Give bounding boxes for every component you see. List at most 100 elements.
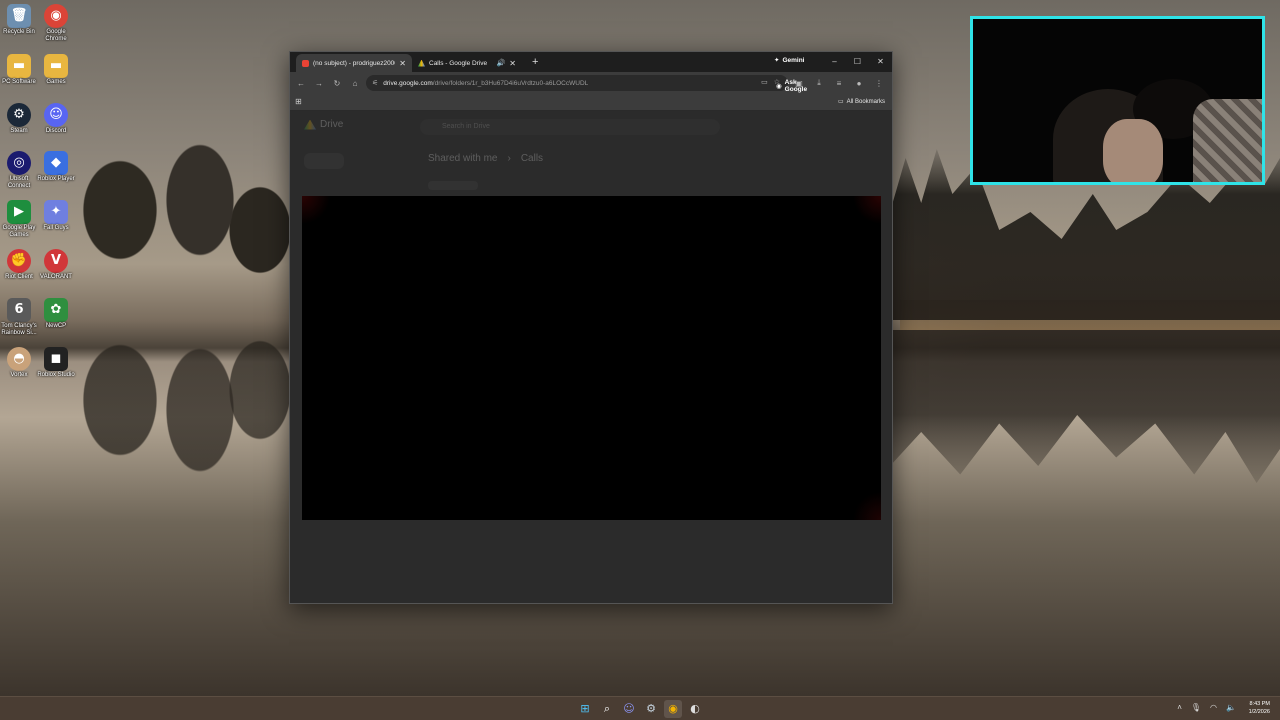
- desktop-icon-label: Recycle Bin: [3, 29, 35, 35]
- minimize-icon[interactable]: –: [823, 52, 846, 72]
- desktop-icon-label: Discord: [45, 128, 67, 134]
- desktop-icon-roblox-studio[interactable]: ◼ Roblox Studio: [37, 347, 75, 379]
- taskbar-clock[interactable]: 8:43 PM 1/2/2026: [1249, 700, 1270, 716]
- cast-icon[interactable]: ▭: [761, 78, 768, 86]
- tab-title: (no subject) - prodriguez2000!: [313, 59, 396, 67]
- fall-guys-icon: ✦: [44, 200, 68, 224]
- chevron-up-icon[interactable]: ˄: [1177, 703, 1182, 712]
- desktop-icon-fall-guys[interactable]: ✦ Fall Guys: [37, 200, 75, 232]
- desktop-icon-games[interactable]: ▬ Games: [37, 54, 75, 86]
- drive-search-input[interactable]: Search in Drive: [420, 119, 720, 135]
- maximize-icon[interactable]: ☐: [846, 52, 869, 72]
- steam-icon: ⚙: [7, 103, 31, 127]
- url-host: drive.google.com: [383, 79, 433, 87]
- google-drive-icon: [304, 119, 316, 130]
- desktop-icon-newcp[interactable]: ✿ NewCP: [37, 298, 75, 330]
- windows-start-icon[interactable]: ⊞: [576, 700, 594, 718]
- desktop-icon-discord[interactable]: ☺ Discord: [37, 103, 75, 135]
- steam-icon[interactable]: ⚙: [642, 700, 660, 718]
- vortex-icon: ◓: [7, 347, 31, 371]
- back-icon[interactable]: ←: [292, 79, 310, 88]
- discord-icon[interactable]: ☺: [620, 700, 638, 718]
- desktop-icon-label: Riot Client: [5, 274, 33, 280]
- download-icon[interactable]: ⤓: [810, 78, 828, 88]
- tab-google-drive[interactable]: Calls - Google Drive 🔊 ✕: [412, 54, 522, 72]
- folder-icon: ▬: [7, 54, 31, 78]
- webcam-person-hand: [1103, 119, 1163, 182]
- tab-search-icon[interactable]: ≡: [830, 79, 848, 88]
- wifi-icon[interactable]: ◠: [1210, 703, 1217, 712]
- search-icon[interactable]: ⌕: [598, 700, 616, 718]
- volume-icon[interactable]: 🔈: [1226, 703, 1236, 712]
- desktop-icon-label: Vortex: [10, 372, 28, 378]
- close-window-icon[interactable]: ✕: [869, 52, 892, 72]
- drive-logo[interactable]: Drive: [304, 119, 343, 130]
- desktop-icon-riot-client[interactable]: ✊ Riot Client: [0, 249, 38, 281]
- windows-taskbar: ⊞ ⌕ ☺ ⚙ ◉ ◐ ˄ 🎙 ◠ 🔈 8:43 PM 1/2/2026: [0, 696, 1280, 720]
- sparkle-icon: ✦: [774, 57, 780, 64]
- folder-icon: ▬: [44, 54, 68, 78]
- forward-icon[interactable]: →: [310, 79, 328, 88]
- desktop-icon-roblox-player[interactable]: ◆ Roblox Player: [37, 151, 75, 183]
- desktop-icon-google-chrome[interactable]: ◉ Google Chrome: [37, 4, 75, 43]
- close-icon[interactable]: ✕: [509, 59, 516, 68]
- desktop-icon-label: Roblox Studio: [37, 372, 75, 378]
- desktop-icon-label: Google Play Games: [2, 225, 36, 238]
- gmail-icon: [302, 59, 309, 67]
- microphone-icon[interactable]: 🎙: [1191, 703, 1201, 712]
- desktop-icon-pc-software[interactable]: ▬ PC Software: [0, 54, 38, 86]
- all-bookmarks-button[interactable]: ▭ All Bookmarks: [837, 98, 885, 106]
- filter-chip[interactable]: [428, 181, 478, 190]
- obs-icon[interactable]: ◐: [686, 700, 704, 718]
- clock-time: 8:43 PM: [1249, 701, 1270, 707]
- desktop-icon-google-play-games[interactable]: ▶ Google Play Games: [0, 200, 38, 239]
- bookmark-star-icon[interactable]: ☆: [774, 78, 780, 86]
- drive-page: Drive Search in Drive Shared with me › C…: [290, 111, 892, 603]
- breadcrumb-shared[interactable]: Shared with me: [428, 153, 497, 164]
- side-panel-icon[interactable]: ▣: [790, 79, 808, 88]
- apps-grid-icon[interactable]: ⊞: [295, 97, 302, 106]
- desktop-icon-vortex[interactable]: ◓ Vortex: [0, 347, 38, 379]
- desktop-icon-recycle-bin[interactable]: 🗑 Recycle Bin: [0, 4, 38, 36]
- new-tab-button[interactable]: +: [522, 56, 548, 68]
- address-url: drive.google.com/drive/folders/1r_b3Hu67…: [383, 80, 588, 87]
- desktop-icon-ubisoft-connect[interactable]: ◎ Ubisoft Connect: [0, 151, 38, 190]
- gemini-button[interactable]: ✦ Gemini: [774, 56, 805, 65]
- chrome-icon[interactable]: ◉: [664, 700, 682, 718]
- tab-strip: (no subject) - prodriguez2000! ✕ Calls -…: [290, 52, 892, 72]
- toolbar-right: ▣ ⤓ ≡ ● ⋮: [790, 72, 888, 94]
- tab-title: Calls - Google Drive: [429, 59, 488, 67]
- play-games-icon: ▶: [7, 200, 31, 224]
- desktop-icon-label: Roblox Player: [37, 176, 75, 182]
- reload-icon[interactable]: ↻: [328, 79, 346, 88]
- drive-app-name: Drive: [320, 119, 344, 130]
- chrome-browser-window: (no subject) - prodriguez2000! ✕ Calls -…: [289, 51, 893, 604]
- desktop-icon-steam[interactable]: ⚙ Steam: [0, 103, 38, 135]
- site-info-icon[interactable]: ⚟: [372, 79, 378, 87]
- valorant-icon: V: [44, 249, 68, 273]
- wallpaper-reflection-left: [60, 320, 300, 520]
- breadcrumb-calls[interactable]: Calls: [521, 153, 543, 164]
- desktop-icon-label: Google Chrome: [45, 29, 67, 42]
- profile-avatar[interactable]: ●: [850, 79, 868, 88]
- google-drive-icon: [418, 59, 425, 67]
- system-tray: ˄ 🎙 ◠ 🔈: [1177, 703, 1236, 712]
- desktop-icon-label: Ubisoft Connect: [7, 176, 31, 189]
- more-menu-icon[interactable]: ⋮: [870, 79, 888, 88]
- close-icon[interactable]: ✕: [399, 59, 406, 68]
- ubisoft-icon: ◎: [7, 151, 31, 175]
- desktop-icon-label: VALORANT: [40, 274, 72, 280]
- desktop-icon-valorant[interactable]: V VALORANT: [37, 249, 75, 281]
- webcam-blanket: [1193, 99, 1262, 182]
- address-bar[interactable]: ⚟ drive.google.com/drive/folders/1r_b3Hu…: [366, 75, 807, 93]
- desktop-icon-label: Steam: [10, 128, 28, 134]
- home-icon[interactable]: ⌂: [346, 79, 364, 88]
- tab-gmail[interactable]: (no subject) - prodriguez2000! ✕: [296, 54, 412, 72]
- speaker-icon[interactable]: 🔊: [497, 59, 506, 67]
- video-player-overlay[interactable]: [302, 196, 881, 520]
- roblox-studio-icon: ◼: [44, 347, 68, 371]
- new-button[interactable]: [304, 153, 344, 169]
- folder-icon: ▭: [837, 99, 844, 105]
- desktop-icon-rainbow-six[interactable]: 6 Tom Clancy's Rainbow Si...: [0, 298, 38, 337]
- webcam-overlay: [970, 16, 1265, 185]
